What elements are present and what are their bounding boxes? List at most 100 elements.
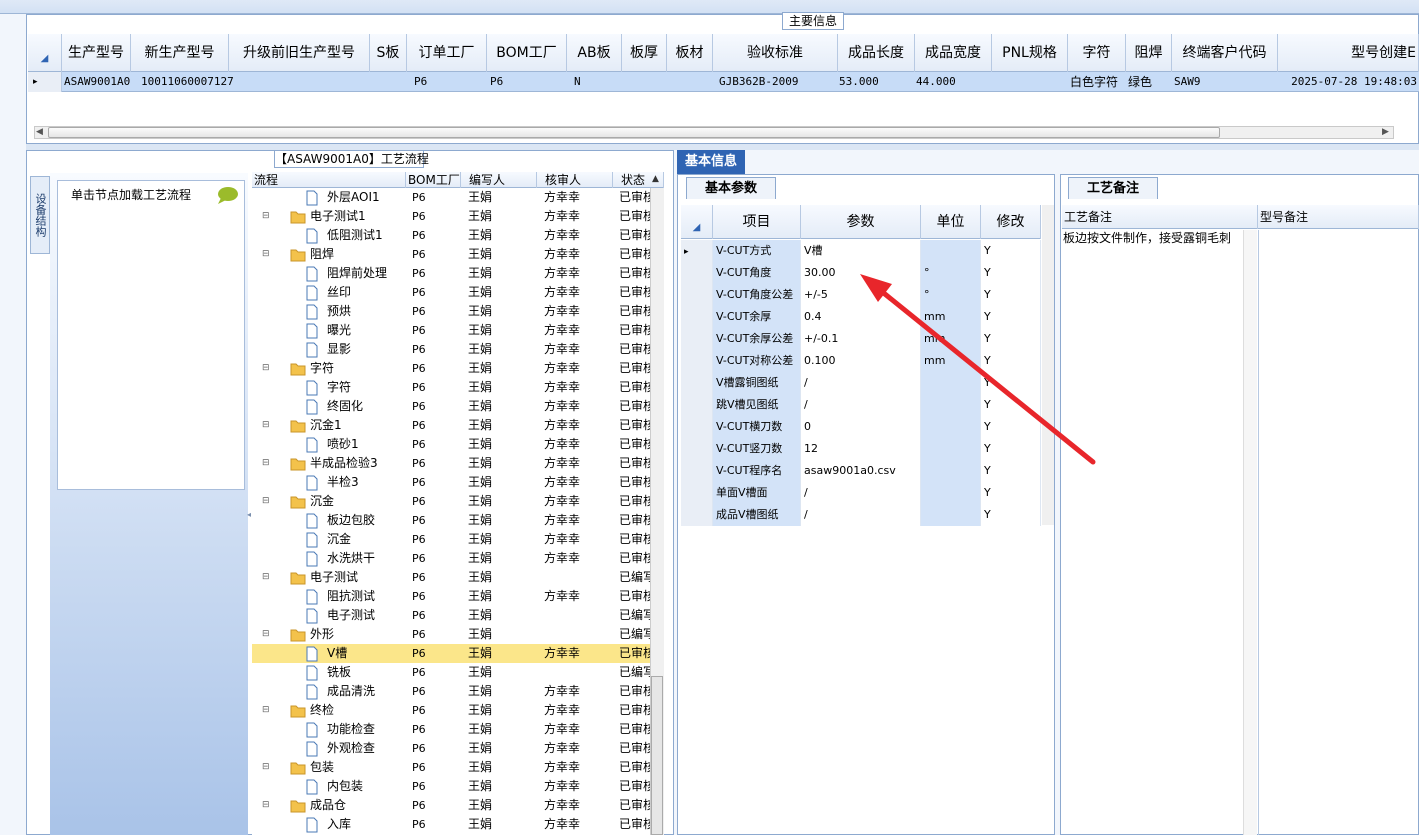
- collapse-icon[interactable]: ⊟: [262, 568, 274, 587]
- row-indicator[interactable]: [681, 416, 713, 438]
- param-row[interactable]: V-CUT余厚公差 +/-0.1 mm Y: [681, 328, 1041, 350]
- param-value[interactable]: 0: [801, 416, 921, 438]
- tree-row[interactable]: 低阻测试1 P6 王娟 方幸幸 已审核: [252, 226, 650, 245]
- cell-new-model[interactable]: 10011060007127: [141, 72, 236, 92]
- param-value[interactable]: /: [801, 504, 921, 526]
- col-header[interactable]: 生产型号: [62, 34, 131, 72]
- cell-solder[interactable]: 绿色: [1128, 72, 1172, 92]
- tree-row[interactable]: 喷砂1 P6 王娟 方幸幸 已审核: [252, 435, 650, 454]
- param-row[interactable]: V槽露铜图纸 / Y: [681, 372, 1041, 394]
- param-col-item[interactable]: 项目: [713, 205, 801, 239]
- tree-row[interactable]: 沉金 P6 王娟 方幸幸 已审核: [252, 530, 650, 549]
- col-header[interactable]: 新生产型号: [131, 34, 229, 72]
- param-edit[interactable]: Y: [981, 372, 1041, 394]
- col-header[interactable]: 板厚: [622, 34, 667, 72]
- param-value[interactable]: 0.100: [801, 350, 921, 372]
- tree-row[interactable]: 半检3 P6 王娟 方幸幸 已审核: [252, 473, 650, 492]
- param-row[interactable]: V-CUT角度公差 +/-5 ° Y: [681, 284, 1041, 306]
- param-edit[interactable]: Y: [981, 306, 1041, 328]
- tree-col-checker[interactable]: 核审人: [537, 172, 613, 188]
- param-edit[interactable]: Y: [981, 240, 1041, 262]
- param-edit[interactable]: Y: [981, 328, 1041, 350]
- param-value[interactable]: 12: [801, 438, 921, 460]
- cell-created[interactable]: 2025-07-28 19:48:03: [1280, 72, 1419, 92]
- tree-row[interactable]: 功能检查 P6 王娟 方幸幸 已审核: [252, 720, 650, 739]
- row-indicator[interactable]: [681, 460, 713, 482]
- param-row[interactable]: V-CUT余厚 0.4 mm Y: [681, 306, 1041, 328]
- tree-row[interactable]: 终固化 P6 王娟 方幸幸 已审核: [252, 397, 650, 416]
- tree-row[interactable]: ⊟ 半成品检验3 P6 王娟 方幸幸 已审核: [252, 454, 650, 473]
- param-value[interactable]: +/-0.1: [801, 328, 921, 350]
- collapse-icon[interactable]: ⊟: [262, 245, 274, 264]
- tree-row[interactable]: 字符 P6 王娟 方幸幸 已审核: [252, 378, 650, 397]
- tree-row[interactable]: 外观检查 P6 王娟 方幸幸 已审核: [252, 739, 650, 758]
- tree-row[interactable]: ⊟ 终检 P6 王娟 方幸幸 已审核: [252, 701, 650, 720]
- param-value[interactable]: 30.00: [801, 262, 921, 284]
- collapse-icon[interactable]: ⊟: [262, 758, 274, 777]
- col-header[interactable]: BOM工厂: [487, 34, 567, 72]
- param-edit[interactable]: Y: [981, 262, 1041, 284]
- row-indicator[interactable]: [681, 372, 713, 394]
- param-edit[interactable]: Y: [981, 504, 1041, 526]
- param-value[interactable]: 0.4: [801, 306, 921, 328]
- tree-row[interactable]: 显影 P6 王娟 方幸幸 已审核: [252, 340, 650, 359]
- tree-row[interactable]: ⊟ 外形 P6 王娟 已编写: [252, 625, 650, 644]
- tree-scroll-thumb[interactable]: [651, 676, 663, 835]
- param-row[interactable]: V-CUT角度 30.00 ° Y: [681, 262, 1041, 284]
- col-header[interactable]: AB板: [567, 34, 622, 72]
- tree-row[interactable]: V槽 P6 王娟 方幸幸 已审核: [252, 644, 650, 663]
- param-row[interactable]: 跳V槽见图纸 / Y: [681, 394, 1041, 416]
- row-indicator[interactable]: [681, 438, 713, 460]
- row-indicator[interactable]: [681, 262, 713, 284]
- param-row[interactable]: V-CUT对称公差 0.100 mm Y: [681, 350, 1041, 372]
- tree-row[interactable]: 入库 P6 王娟 方幸幸 已审核: [252, 815, 650, 834]
- param-value[interactable]: /: [801, 394, 921, 416]
- tree-row[interactable]: 外层AOI1 P6 王娟 方幸幸 已审核: [252, 188, 650, 207]
- row-indicator[interactable]: [681, 482, 713, 504]
- param-row[interactable]: 成品V槽图纸 / Y: [681, 504, 1041, 526]
- col-header[interactable]: 型号创建E: [1278, 34, 1419, 72]
- collapse-icon[interactable]: ⊟: [262, 359, 274, 378]
- param-row[interactable]: V-CUT竖刀数 12 Y: [681, 438, 1041, 460]
- cell-prod-model[interactable]: ASAW9001A0: [64, 72, 134, 92]
- tree-row[interactable]: 内包装 P6 王娟 方幸幸 已审核: [252, 777, 650, 796]
- tree-col-writer[interactable]: 编写人: [461, 172, 537, 188]
- tree-row[interactable]: 电子测试 P6 王娟 已编写: [252, 606, 650, 625]
- row-indicator[interactable]: [681, 504, 713, 526]
- notes-col-model[interactable]: 型号备注: [1258, 205, 1419, 229]
- col-header[interactable]: 成品长度: [838, 34, 915, 72]
- tab-basic-params[interactable]: 基本参数: [686, 177, 776, 199]
- tree-row[interactable]: 阻抗测试 P6 王娟 方幸幸 已审核: [252, 587, 650, 606]
- tree-scroll-up-icon[interactable]: ▲: [652, 174, 659, 184]
- col-header[interactable]: 成品宽度: [915, 34, 992, 72]
- tree-row[interactable]: ⊟ 电子测试 P6 王娟 已编写: [252, 568, 650, 587]
- col-header[interactable]: PNL规格: [992, 34, 1068, 72]
- collapse-icon[interactable]: ⊟: [262, 492, 274, 511]
- notes-scrollbar[interactable]: [1243, 230, 1257, 835]
- cell-pnl[interactable]: [994, 72, 1064, 92]
- cell-old-model[interactable]: [236, 72, 366, 92]
- collapse-icon[interactable]: ⊟: [262, 416, 274, 435]
- side-tab-device-structure[interactable]: 设备结构: [30, 176, 50, 254]
- param-edit[interactable]: Y: [981, 482, 1041, 504]
- tree-row[interactable]: 曝光 P6 王娟 方幸幸 已审核: [252, 321, 650, 340]
- tree-row[interactable]: 预烘 P6 王娟 方幸幸 已审核: [252, 302, 650, 321]
- collapse-icon[interactable]: ⊟: [262, 796, 274, 815]
- col-header[interactable]: S板: [370, 34, 407, 72]
- param-row[interactable]: V-CUT横刀数 0 Y: [681, 416, 1041, 438]
- param-edit[interactable]: Y: [981, 438, 1041, 460]
- tree-row[interactable]: 成品清洗 P6 王娟 方幸幸 已审核: [252, 682, 650, 701]
- param-edit[interactable]: Y: [981, 416, 1041, 438]
- col-header[interactable]: 阻焊: [1126, 34, 1172, 72]
- tree-row[interactable]: ⊟ 沉金1 P6 王娟 方幸幸 已审核: [252, 416, 650, 435]
- tab-process-notes[interactable]: 工艺备注: [1068, 177, 1158, 199]
- col-header[interactable]: 字符: [1068, 34, 1126, 72]
- tab-basic-info[interactable]: 基本信息: [677, 150, 745, 174]
- collapse-left-icon[interactable]: ◂: [247, 510, 251, 519]
- col-header[interactable]: 终端客户代码: [1172, 34, 1278, 72]
- cell-thickness[interactable]: [626, 72, 666, 92]
- cell-s-board[interactable]: [373, 72, 403, 92]
- horizontal-scroll-thumb[interactable]: [48, 127, 1220, 138]
- param-value[interactable]: +/-5: [801, 284, 921, 306]
- cell-material[interactable]: [670, 72, 710, 92]
